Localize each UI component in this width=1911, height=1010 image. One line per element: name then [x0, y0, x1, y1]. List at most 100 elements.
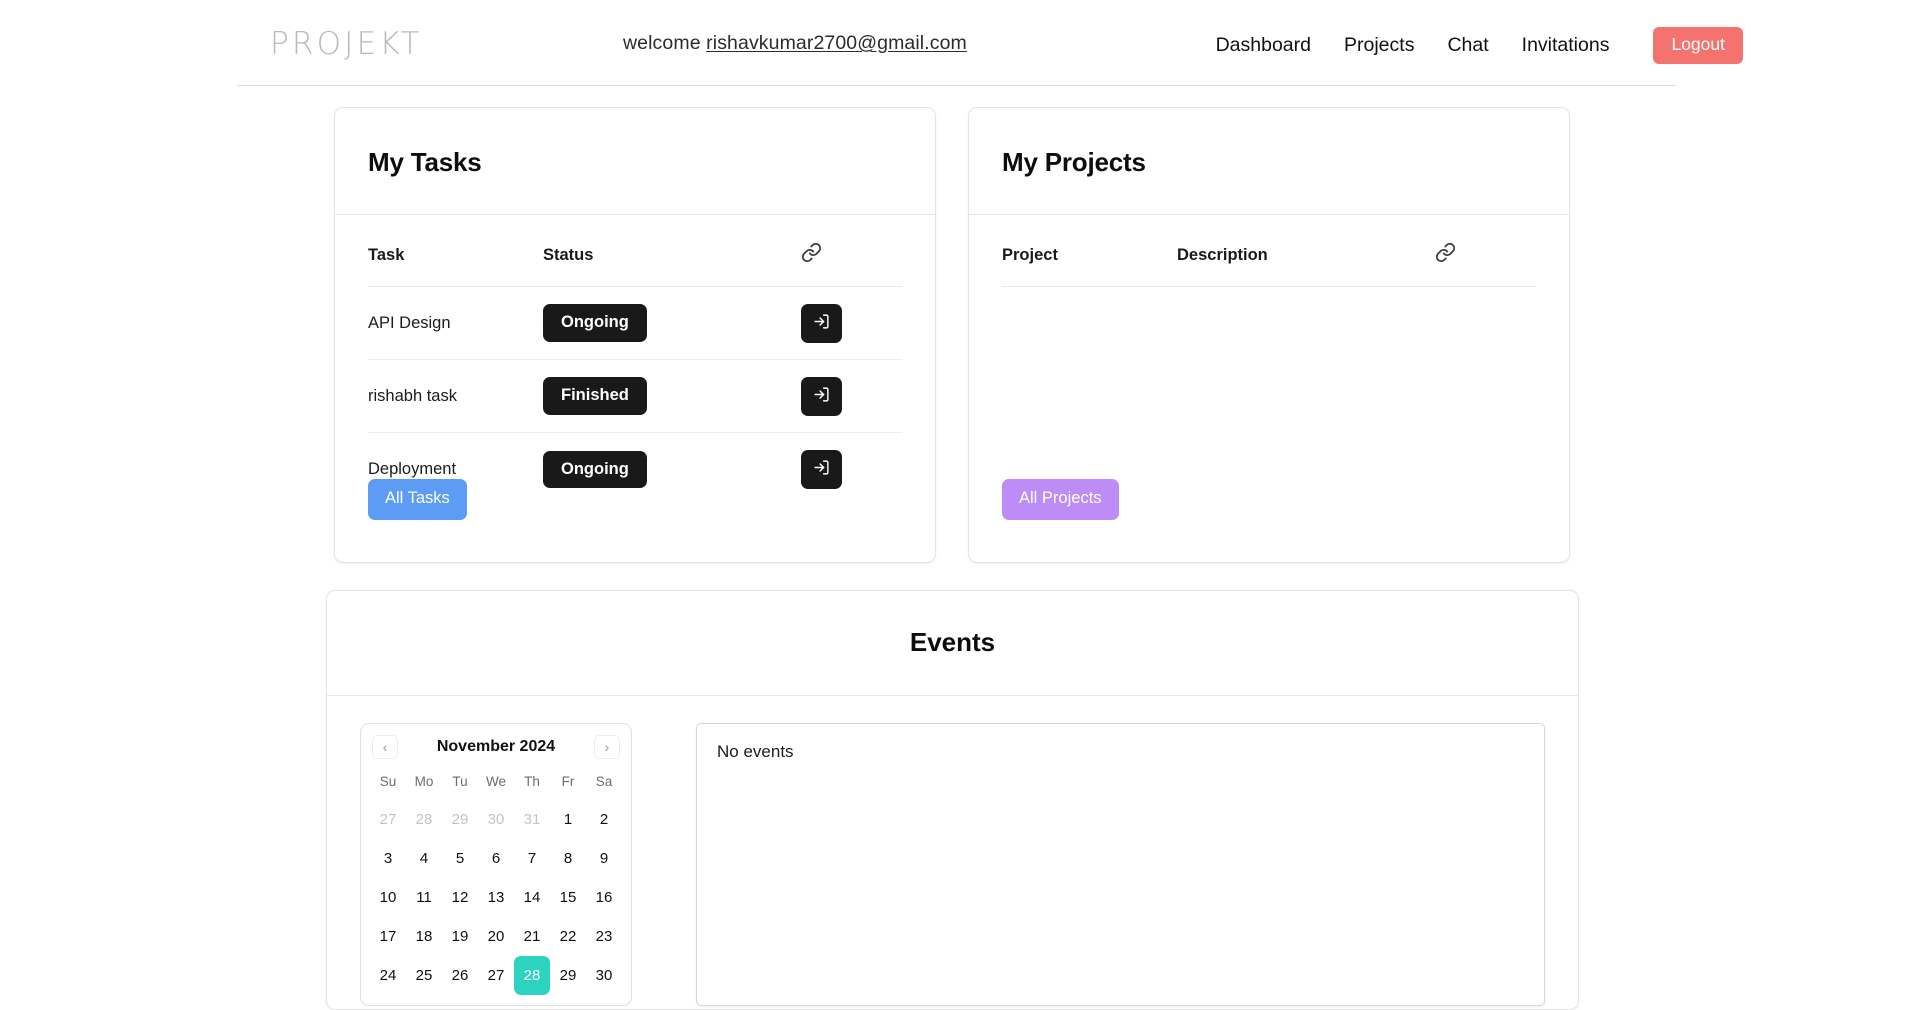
- calendar-day[interactable]: 27: [370, 800, 406, 839]
- open-task-button[interactable]: [801, 376, 842, 416]
- chevron-right-icon[interactable]: ›: [593, 735, 620, 759]
- calendar-day[interactable]: 8: [550, 839, 586, 878]
- weekday-sa: Sa: [595, 774, 613, 789]
- login-arrow-icon: [813, 313, 830, 333]
- calendar-day[interactable]: 1: [550, 800, 586, 839]
- tasks-header-row: Task Status: [368, 215, 902, 287]
- events-empty-message: No events: [717, 742, 794, 761]
- task-status-cell: Ongoing: [543, 433, 801, 506]
- my-tasks-card: My Tasks Task Status API Design Ongoing …: [334, 107, 936, 563]
- tasks-table: Task Status API Design Ongoing rishabh t…: [368, 215, 902, 506]
- weekday-fr: Fr: [561, 774, 575, 789]
- projects-col-project: Project: [1002, 215, 1177, 287]
- calendar-day[interactable]: 5: [442, 839, 478, 878]
- calendar-day[interactable]: 12: [442, 878, 478, 917]
- task-name: rishabh task: [368, 359, 543, 433]
- calendar-day[interactable]: 9: [586, 839, 622, 878]
- calendar-day[interactable]: 21: [514, 917, 550, 956]
- calendar-header: ‹ November 2024 ›: [370, 732, 622, 765]
- calendar-day[interactable]: 24: [370, 956, 406, 995]
- calendar-day[interactable]: 20: [478, 917, 514, 956]
- calendar-day[interactable]: 23: [586, 917, 622, 956]
- calendar-day[interactable]: 4: [406, 839, 442, 878]
- logout-button[interactable]: Logout: [1653, 27, 1743, 64]
- table-row[interactable]: API Design Ongoing: [368, 286, 902, 360]
- login-arrow-icon: [813, 459, 830, 479]
- tasks-col-link: [801, 215, 902, 287]
- task-name: API Design: [368, 286, 543, 360]
- link-icon: [801, 242, 822, 268]
- calendar-day[interactable]: 2: [586, 800, 622, 839]
- task-status-cell: Finished: [543, 359, 801, 433]
- nav-link-chat[interactable]: Chat: [1447, 34, 1488, 57]
- nav-link-projects[interactable]: Projects: [1344, 34, 1414, 57]
- calendar-day[interactable]: 6: [478, 839, 514, 878]
- calendar-day[interactable]: 26: [442, 956, 478, 995]
- calendar-day[interactable]: 25: [406, 956, 442, 995]
- nav-link-invitations[interactable]: Invitations: [1522, 34, 1610, 57]
- link-icon: [1435, 242, 1456, 268]
- status-badge: Ongoing: [543, 304, 647, 342]
- calendar-day[interactable]: 22: [550, 917, 586, 956]
- open-task-button[interactable]: [801, 303, 842, 343]
- calendar-day[interactable]: 18: [406, 917, 442, 956]
- open-task-button[interactable]: [801, 449, 842, 489]
- my-tasks-body: Task Status API Design Ongoing rishabh t…: [335, 215, 935, 506]
- chevron-left-icon[interactable]: ‹: [372, 735, 398, 759]
- weekday-th: Th: [524, 774, 540, 789]
- login-arrow-icon: [813, 386, 830, 406]
- calendar: ‹ November 2024 › Su Mo Tu We Th Fr Sa 2…: [360, 723, 632, 1006]
- projects-col-description: Description: [1177, 215, 1435, 287]
- calendar-day[interactable]: 7: [514, 839, 550, 878]
- all-tasks-button[interactable]: All Tasks: [368, 479, 467, 520]
- calendar-day[interactable]: 29: [550, 956, 586, 995]
- calendar-day[interactable]: 28: [514, 956, 550, 995]
- task-status-cell: Ongoing: [543, 286, 801, 360]
- status-badge: Ongoing: [543, 450, 647, 488]
- task-action-cell: [801, 286, 902, 360]
- tasks-table-head: Task Status: [368, 215, 902, 287]
- my-tasks-title: My Tasks: [368, 147, 482, 177]
- calendar-day[interactable]: 15: [550, 878, 586, 917]
- user-email-link[interactable]: rishavkumar2700@gmail.com: [706, 32, 967, 54]
- events-card: Events ‹ November 2024 › Su Mo Tu We Th …: [326, 590, 1579, 1010]
- calendar-day[interactable]: 14: [514, 878, 550, 917]
- calendar-day[interactable]: 3: [370, 839, 406, 878]
- task-action-cell: [801, 359, 902, 433]
- weekday-we: We: [485, 774, 506, 789]
- nav-links: Dashboard Projects Chat Invitations Logo…: [1216, 27, 1743, 64]
- my-projects-body: Project Description: [969, 215, 1569, 287]
- calendar-day[interactable]: 30: [478, 800, 514, 839]
- table-row[interactable]: rishabh task Finished: [368, 359, 902, 433]
- tasks-col-status: Status: [543, 215, 801, 287]
- calendar-day[interactable]: 27: [478, 956, 514, 995]
- calendar-day[interactable]: 11: [406, 878, 442, 917]
- calendar-day[interactable]: 31: [514, 800, 550, 839]
- projects-table-head: Project Description: [1002, 215, 1536, 287]
- calendar-day[interactable]: 29: [442, 800, 478, 839]
- tasks-table-body: API Design Ongoing rishabh task Finished…: [368, 286, 902, 506]
- welcome-label: welcome: [623, 32, 707, 54]
- projects-table: Project Description: [1002, 215, 1536, 287]
- calendar-day[interactable]: 30: [586, 956, 622, 995]
- all-tasks-button-wrap: All Tasks: [368, 479, 467, 520]
- calendar-day[interactable]: 28: [406, 800, 442, 839]
- top-navbar: PROJEKT welcome rishavkumar2700@gmail.co…: [0, 0, 1911, 88]
- calendar-day[interactable]: 16: [586, 878, 622, 917]
- app-logo[interactable]: PROJEKT: [270, 26, 423, 62]
- my-projects-card: My Projects Project Description All Proj…: [968, 107, 1570, 563]
- events-list-pane: No events: [696, 723, 1545, 1006]
- welcome-text: welcome rishavkumar2700@gmail.com: [623, 32, 967, 55]
- calendar-day[interactable]: 10: [370, 878, 406, 917]
- projects-col-link: [1435, 215, 1536, 287]
- calendar-day[interactable]: 17: [370, 917, 406, 956]
- all-projects-button[interactable]: All Projects: [1002, 479, 1119, 520]
- navbar-divider: [237, 85, 1676, 86]
- tasks-col-task: Task: [368, 215, 543, 287]
- calendar-day[interactable]: 13: [478, 878, 514, 917]
- calendar-month-label: November 2024: [436, 738, 556, 755]
- weekday-mo: Mo: [414, 774, 434, 789]
- weekday-tu: Tu: [452, 774, 468, 789]
- nav-link-dashboard[interactable]: Dashboard: [1216, 34, 1311, 57]
- calendar-day[interactable]: 19: [442, 917, 478, 956]
